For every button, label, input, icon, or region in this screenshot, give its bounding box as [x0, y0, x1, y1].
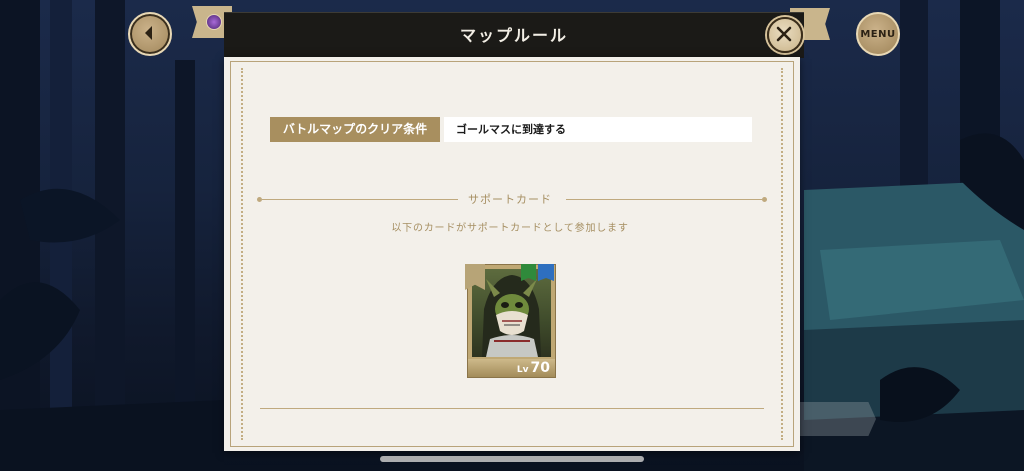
clear-condition-value: ゴールマスに到達する [444, 117, 752, 142]
home-indicator [380, 456, 644, 462]
bottom-divider [260, 408, 764, 409]
back-button[interactable] [128, 12, 172, 56]
divider-dot-right [762, 197, 767, 202]
card-level-label: Lv [516, 365, 529, 375]
divider-line-right [566, 199, 762, 200]
background-next-button [800, 402, 876, 436]
chevron-left-icon [145, 26, 152, 40]
modal-title: マップルール [459, 26, 568, 45]
menu-button[interactable]: MENU [856, 12, 900, 56]
card-level-value: 70 [530, 360, 550, 376]
close-button[interactable] [767, 17, 803, 53]
modal-header: マップルール [224, 12, 804, 58]
close-icon [776, 26, 792, 42]
support-card-description: 以下のカードがサポートカードとして参加します [391, 223, 629, 234]
card-footer: Lv 70 [468, 359, 555, 377]
card-level: Lv 70 [517, 357, 550, 376]
gem-icon [206, 14, 222, 30]
support-card-title: サポートカード [468, 193, 552, 206]
clear-condition-label: バトルマップのクリア条件 [270, 117, 440, 142]
divider-line-left [262, 199, 458, 200]
